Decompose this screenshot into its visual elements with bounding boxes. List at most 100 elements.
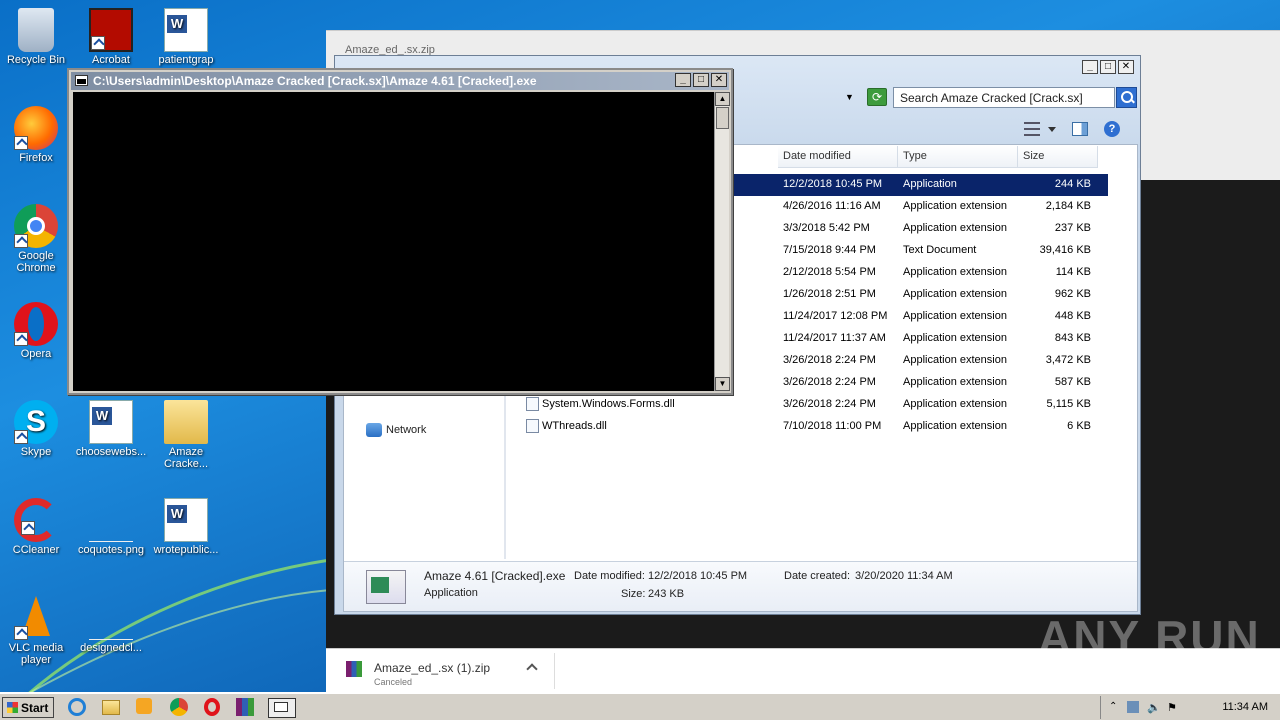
network-icon [366, 423, 382, 437]
file-type: Application extension [903, 376, 1007, 388]
file-type: Application extension [903, 420, 1007, 432]
file-size: 6 KB [1067, 420, 1091, 432]
desktop-icon-chrome[interactable]: Google Chrome [0, 204, 72, 274]
desktop-icon-coquotes[interactable]: coquotes.png [75, 498, 147, 556]
show-hidden-icons-icon[interactable]: ⌃ [1109, 701, 1121, 713]
desktop-icon-designedcl[interactable]: designedcl... [75, 596, 147, 654]
details-created-label: Date created: [784, 570, 851, 582]
clock[interactable]: 11:34 AM [1222, 701, 1268, 713]
desktop-icon-vlc[interactable]: VLC media player [0, 596, 72, 666]
details-size-label: Size: [621, 588, 646, 600]
file-size: 448 KB [1054, 310, 1091, 322]
maximize-button[interactable]: □ [693, 73, 709, 87]
help-icon[interactable]: ? [1104, 121, 1120, 137]
file-type: Application extension [903, 310, 1007, 322]
file-size: 5,115 KB [1046, 398, 1091, 410]
chrome-taskbar-icon[interactable] [170, 698, 192, 718]
close-button[interactable]: ✕ [711, 73, 727, 87]
scroll-down-icon[interactable]: ▼ [715, 377, 730, 391]
desktop-icon-patientgrap[interactable]: W patientgrap [150, 8, 222, 66]
nav-item-label: Network [386, 424, 427, 436]
desktop-icon-label: wrotepublic... [153, 544, 219, 556]
desktop-icon-ccleaner[interactable]: CCleaner [0, 498, 72, 556]
anyrun-watermark: ANY RUN [1038, 611, 1261, 663]
file-date: 7/10/2018 11:00 PM [783, 420, 882, 432]
desktop-icon-acrobat[interactable]: Acrobat [75, 8, 147, 66]
file-size: 962 KB [1054, 288, 1091, 300]
column-header-date[interactable]: Date modified [778, 146, 898, 168]
nav-item-network[interactable]: Network [366, 423, 426, 437]
desktop-icon-wrotepublic[interactable]: W wrotepublic... [150, 498, 222, 556]
desktop-icon-recycle-bin[interactable]: Recycle Bin [0, 8, 72, 66]
details-pane: Amaze 4.61 [Cracked].exe Application Dat… [344, 561, 1137, 611]
details-filename: Amaze 4.61 [Cracked].exe [424, 569, 566, 583]
chevron-up-icon[interactable] [526, 663, 538, 675]
network-tray-icon[interactable] [1127, 701, 1139, 713]
image-file-icon [89, 596, 133, 640]
file-size: 114 KB [1055, 266, 1091, 278]
internet-explorer-icon[interactable] [68, 698, 90, 718]
taskbar: Start ⌃ 🔈 ⚑ 11:34 AM [0, 692, 1280, 720]
view-options-icon[interactable] [1024, 122, 1040, 136]
desktop-icon-skype[interactable]: S Skype [0, 400, 72, 458]
minimize-button[interactable]: _ [675, 73, 691, 87]
search-icon[interactable] [1116, 87, 1137, 108]
start-button[interactable]: Start [2, 697, 54, 718]
desktop-icon-label: Firefox [19, 152, 53, 164]
file-size: 2,184 KB [1045, 200, 1091, 212]
desktop-icon-label: Amaze Cracke... [163, 446, 208, 470]
file-date: 2/12/2018 5:54 PM [783, 266, 876, 278]
file-thumbnail [366, 570, 406, 604]
desktop-icon-label: VLC media player [8, 642, 64, 666]
download-item[interactable]: Amaze_ed_.sx (1).zip Canceled [342, 657, 552, 687]
column-header-size[interactable]: Size [1018, 146, 1098, 168]
skype-icon: S [14, 400, 58, 444]
file-size: 587 KB [1054, 376, 1091, 388]
file-row[interactable]: System.Windows.Forms.dll 3/26/2018 2:24 P… [508, 394, 1108, 416]
search-input[interactable]: Search Amaze Cracked [Crack.sx] [893, 87, 1115, 108]
file-name: System.Windows.Forms.dll [542, 398, 675, 410]
desktop-icon-label: choosewebs... [75, 446, 147, 458]
desktop-icon-choosewebs[interactable]: W choosewebs... [75, 400, 147, 458]
preview-pane-icon[interactable] [1072, 122, 1088, 136]
chevron-down-icon[interactable] [1048, 126, 1056, 132]
vlc-icon [14, 596, 58, 640]
media-player-icon[interactable] [136, 698, 158, 718]
console-scrollbar[interactable]: ▲ ▼ [714, 92, 730, 391]
console-taskbar-button[interactable] [268, 698, 296, 718]
file-date: 3/26/2018 2:24 PM [783, 398, 876, 410]
file-explorer-icon[interactable] [102, 698, 124, 718]
action-center-flag-icon[interactable]: ⚑ [1167, 701, 1179, 714]
acrobat-icon [89, 8, 133, 52]
minimize-button[interactable]: _ [1082, 60, 1098, 74]
file-date: 12/2/2018 10:45 PM [783, 178, 883, 190]
opera-icon [14, 302, 58, 346]
console-window-controls: _ □ ✕ [675, 73, 727, 87]
console-output[interactable] [73, 92, 714, 391]
file-date: 11/24/2017 11:37 AM [783, 332, 886, 344]
file-row[interactable]: WThreads.dll 7/10/2018 11:00 PM Applicatio… [508, 416, 1108, 438]
column-header-type[interactable]: Type [898, 146, 1018, 168]
desktop-icon-amaze-cracked[interactable]: Amaze Cracke... [150, 400, 222, 470]
desktop-icon-firefox[interactable]: Firefox [0, 106, 72, 164]
winrar-taskbar-icon[interactable] [236, 698, 258, 718]
volume-icon[interactable]: 🔈 [1147, 701, 1161, 714]
desktop-icon-opera[interactable]: Opera [0, 302, 72, 360]
file-name: WThreads.dll [542, 420, 607, 432]
word-document-icon: W [164, 498, 208, 542]
scroll-thumb[interactable] [716, 107, 729, 129]
firefox-icon [14, 106, 58, 150]
address-dropdown-icon[interactable]: ▼ [845, 92, 854, 102]
zip-file-icon [346, 661, 362, 677]
opera-taskbar-icon[interactable] [204, 698, 226, 718]
file-size: 244 KB [1054, 178, 1091, 190]
maximize-button[interactable]: □ [1100, 60, 1116, 74]
explorer-toolbar: ? [1024, 121, 1120, 137]
close-button[interactable]: ✕ [1118, 60, 1134, 74]
dll-file-icon [526, 419, 539, 433]
console-title-bar[interactable]: C:\Users\admin\Desktop\Amaze Cracked [Cr… [71, 72, 729, 90]
console-window: C:\Users\admin\Desktop\Amaze Cracked [Cr… [67, 68, 733, 395]
desktop-icon-label: patientgrap [158, 54, 214, 66]
refresh-icon[interactable]: ⟳ [867, 88, 887, 106]
scroll-up-icon[interactable]: ▲ [715, 92, 730, 106]
